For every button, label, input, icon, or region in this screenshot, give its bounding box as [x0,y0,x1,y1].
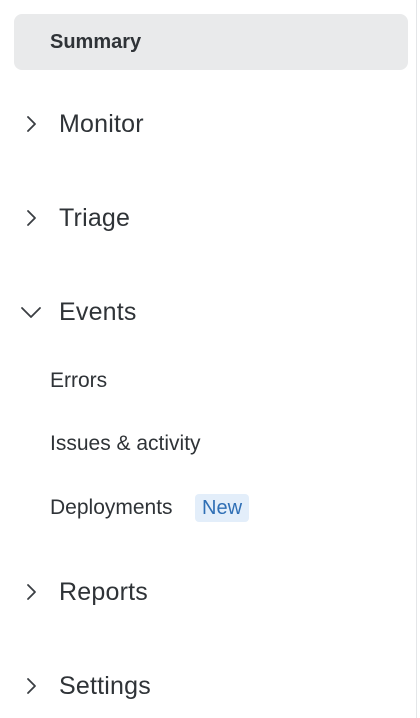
sidebar-item-errors[interactable]: Errors [0,361,400,401]
sidebar-section-label: Events [59,297,137,326]
chevron-right-icon [20,675,42,697]
sidebar-section-label: Settings [59,671,151,700]
chevron-down-icon [20,301,42,323]
sidebar-section-label: Reports [59,577,148,606]
sidebar-section-triage[interactable]: Triage [0,192,400,244]
sidebar-section-events[interactable]: Events [0,286,400,338]
chevron-right-icon [20,113,42,135]
sidebar-section-monitor[interactable]: Monitor [0,98,400,150]
sidebar-item-label: Summary [50,30,142,53]
chevron-right-icon [20,581,42,603]
sidebar-item-label: Deployments [50,496,173,519]
new-badge: New [195,494,250,522]
sidebar-item-issues-activity[interactable]: Issues & activity [0,424,400,464]
sidebar-section-settings[interactable]: Settings [0,660,400,712]
sidebar-section-label: Monitor [59,109,144,138]
sidebar-item-summary[interactable]: Summary [14,14,408,70]
sidebar-nav: Summary Monitor Triage Events Errors Iss… [0,0,420,718]
sidebar-item-label: Errors [50,369,108,392]
sidebar-section-reports[interactable]: Reports [0,566,400,618]
sidebar-section-label: Triage [59,203,131,232]
sidebar-item-deployments[interactable]: Deployments New [0,488,400,528]
chevron-right-icon [20,207,42,229]
sidebar-item-label: Issues & activity [50,432,201,455]
